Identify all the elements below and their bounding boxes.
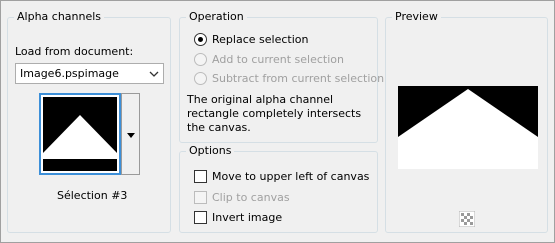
options-title: Options <box>186 144 235 158</box>
document-select[interactable]: Image6.pspimage <box>15 63 164 84</box>
subtract-from-selection-radio[interactable]: Subtract from current selection <box>194 72 384 85</box>
checkbox-box <box>194 170 207 183</box>
selection-thumbnail-image <box>43 97 117 171</box>
replace-selection-radio[interactable]: Replace selection <box>194 33 308 46</box>
radio-indicator <box>194 72 207 85</box>
preview-title: Preview <box>392 10 441 24</box>
radio-indicator <box>194 53 207 66</box>
alpha-channel-info-text: The original alpha channel rectangle com… <box>187 93 362 134</box>
checkbox-box <box>194 211 207 224</box>
clip-to-canvas-checkbox[interactable]: Clip to canvas <box>194 191 290 204</box>
selection-caption: Sélection #3 <box>57 189 128 202</box>
selection-thumbnail[interactable] <box>39 93 121 175</box>
chevron-down-icon <box>147 66 161 81</box>
checkerboard-icon[interactable] <box>458 210 476 228</box>
clip-to-canvas-label: Clip to canvas <box>212 191 290 204</box>
move-to-upper-left-label: Move to upper left of canvas <box>212 170 370 183</box>
radio-indicator <box>194 33 207 46</box>
preview-image <box>398 86 538 169</box>
add-to-selection-radio[interactable]: Add to current selection <box>194 53 344 66</box>
add-to-selection-label: Add to current selection <box>212 53 344 66</box>
move-to-upper-left-checkbox[interactable]: Move to upper left of canvas <box>194 170 369 183</box>
thumbnail-dropdown-button[interactable] <box>121 93 140 175</box>
alpha-channels-title: Alpha channels <box>14 10 105 24</box>
invert-image-checkbox[interactable]: Invert image <box>194 211 282 224</box>
load-from-document-label: Load from document: <box>15 45 134 58</box>
subtract-from-selection-label: Subtract from current selection <box>212 72 385 85</box>
invert-image-label: Invert image <box>212 211 283 224</box>
replace-selection-label: Replace selection <box>212 33 309 46</box>
document-select-value: Image6.pspimage <box>20 67 119 80</box>
operation-title: Operation <box>186 10 247 24</box>
checkbox-box <box>194 191 207 204</box>
triangle-down-icon <box>126 128 135 141</box>
